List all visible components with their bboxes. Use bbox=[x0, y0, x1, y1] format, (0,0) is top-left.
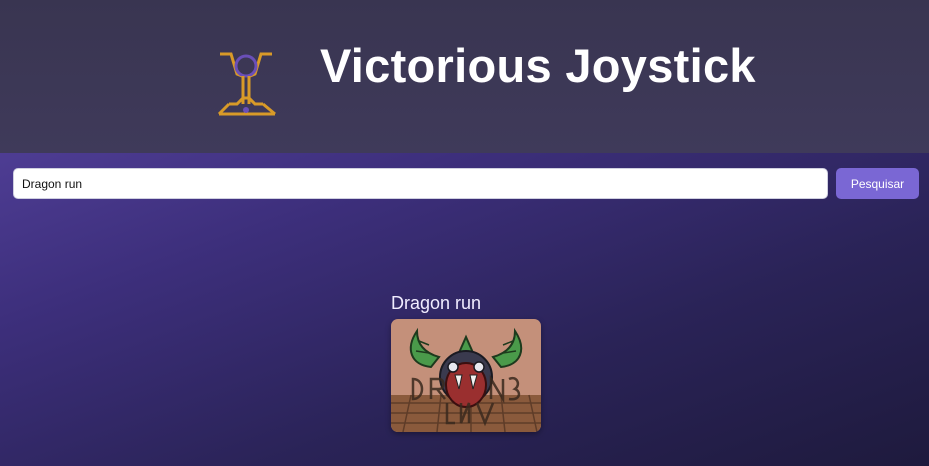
search-input[interactable] bbox=[13, 168, 828, 199]
dragon-run-cover-art[interactable] bbox=[391, 319, 541, 432]
site-title: Victorious Joystick bbox=[320, 39, 756, 92]
site-header: Victorious Joystick bbox=[0, 0, 929, 153]
trophy-joystick-icon bbox=[217, 52, 276, 116]
game-title[interactable]: Dragon run bbox=[391, 292, 541, 314]
search-button[interactable]: Pesquisar bbox=[836, 168, 919, 199]
game-result-card[interactable]: Dragon run bbox=[391, 292, 541, 432]
